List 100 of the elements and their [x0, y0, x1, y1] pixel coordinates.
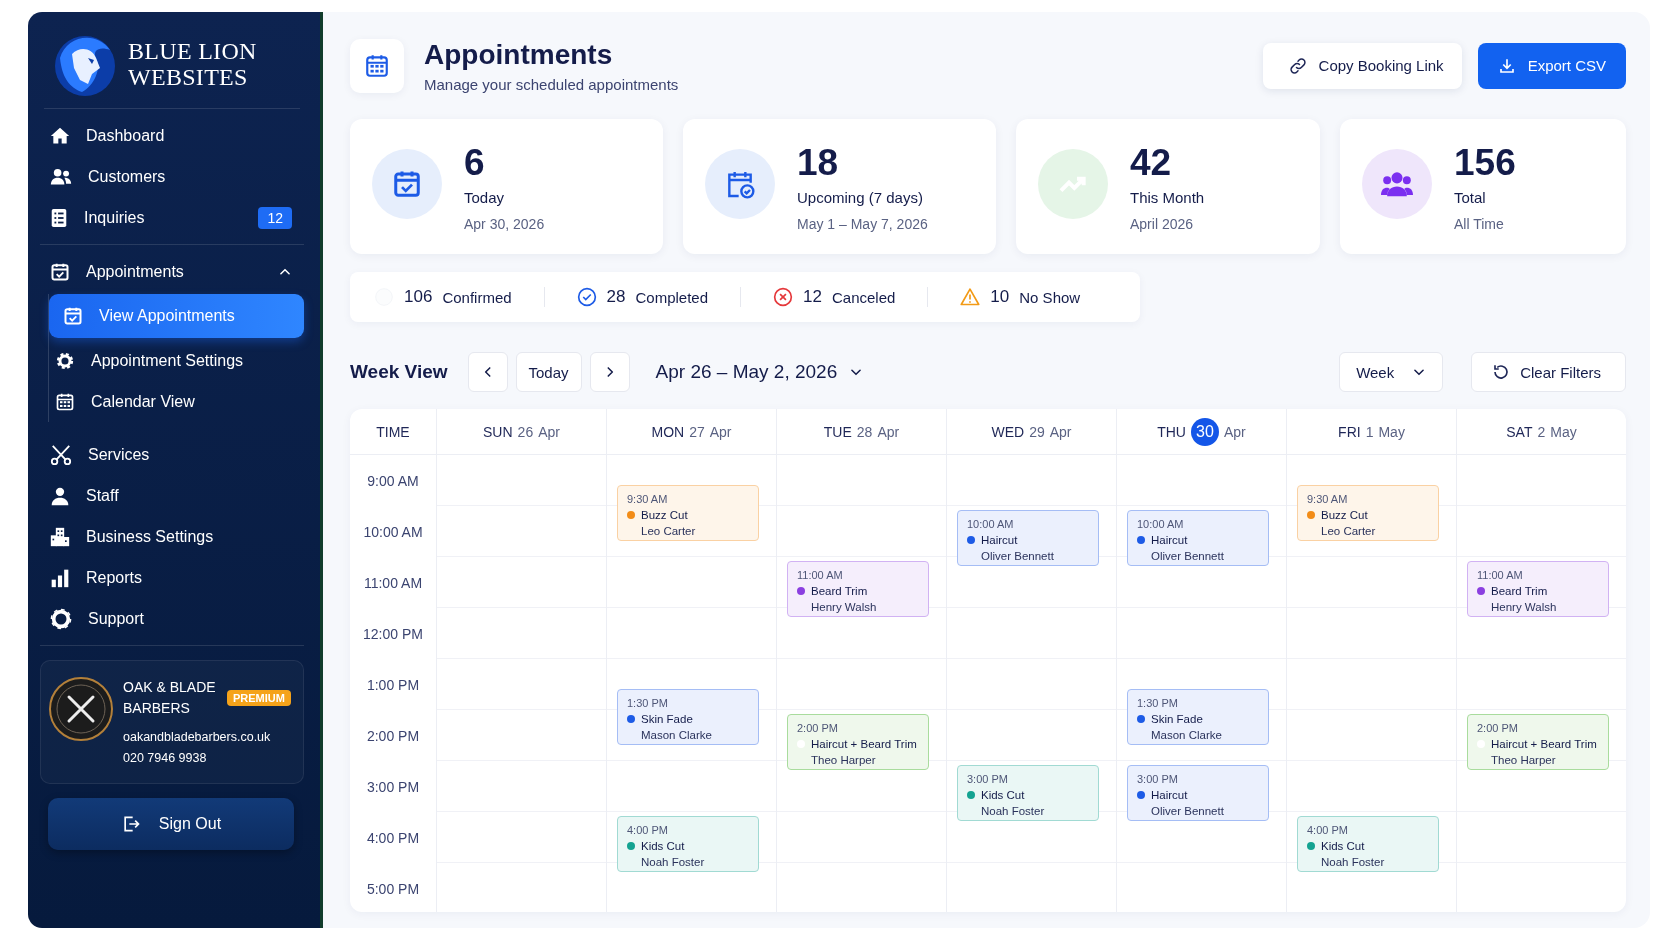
- section-title: Week View: [350, 361, 448, 383]
- service-name: Kids Cut: [1321, 839, 1365, 854]
- appointment-card[interactable]: 9:30 AM Buzz Cut Leo Carter: [617, 484, 759, 541]
- client-name: Oliver Bennett: [1150, 804, 1225, 819]
- previous-button[interactable]: [467, 352, 508, 392]
- service-name: Haircut: [981, 533, 1018, 548]
- status-label: Canceled: [831, 288, 896, 306]
- time-label: 12:00 PM: [363, 624, 423, 644]
- nav-item[interactable]: Appointments: [40, 251, 304, 292]
- client-name: Theo Harper: [810, 753, 877, 768]
- appointment-time: 2:00 PM: [797, 721, 839, 736]
- appointment-time: 10:00 AM: [1137, 517, 1185, 532]
- service-name: Haircut: [1151, 533, 1188, 548]
- time-label: 9:00 AM: [367, 471, 419, 491]
- clear-filters-button[interactable]: Clear Filters: [1471, 352, 1626, 392]
- nav-item[interactable]: Services: [40, 434, 304, 475]
- status-count: 28: [606, 287, 626, 307]
- appointment-card[interactable]: 11:00 AM Beard Trim Henry Walsh: [1467, 561, 1609, 617]
- view-select[interactable]: Week: [1339, 352, 1444, 392]
- stat-label: Total: [1454, 189, 1487, 206]
- nav-item[interactable]: Business Settings: [40, 516, 304, 557]
- time-label: 4:00 PM: [366, 828, 420, 848]
- appointment-card[interactable]: 10:00 AM Haircut Oliver Bennett: [1127, 510, 1269, 566]
- appointment-time: 11:00 AM: [797, 568, 844, 583]
- stat-label: This Month: [1130, 189, 1205, 206]
- client-name: Noah Foster: [640, 855, 706, 870]
- nav-item[interactable]: View Appointments: [49, 294, 304, 338]
- service-name: Skin Fade: [1151, 711, 1203, 727]
- refresh-icon: [1492, 363, 1511, 381]
- list-icon: [50, 207, 68, 228]
- appointment-time: 9:30 AM: [1307, 491, 1349, 507]
- nav-item[interactable]: Calendar View: [41, 381, 304, 422]
- count-badge: 12: [258, 206, 292, 229]
- appointment-card[interactable]: 11:00 AM Beard Trim Henry Walsh: [787, 561, 929, 617]
- appointment-card[interactable]: 2:00 PM Haircut + Beard Trim Theo Harper: [787, 714, 929, 770]
- stat-value: 42: [1130, 141, 1173, 185]
- nav-item[interactable]: Dashboard: [40, 115, 304, 156]
- appointment-time: 9:30 AM: [627, 491, 669, 507]
- stat-label: Upcoming (7 days): [797, 189, 924, 206]
- day-heading: FRI 1 May: [1338, 423, 1405, 440]
- next-button[interactable]: [589, 352, 630, 392]
- status-count: 10: [990, 287, 1010, 307]
- nav-item[interactable]: Support: [40, 598, 304, 639]
- appointment-time: 1:30 PM: [627, 695, 669, 711]
- calendar-check-icon: [50, 261, 70, 282]
- service-name: Kids Cut: [641, 839, 685, 854]
- appointment-card[interactable]: 1:30 PM Skin Fade Mason Clarke: [1127, 688, 1269, 745]
- client-name: Mason Clarke: [1150, 727, 1223, 743]
- service-name: Kids Cut: [981, 788, 1025, 803]
- status-label: Confirmed: [442, 288, 512, 306]
- client-name: Henry Walsh: [1490, 600, 1558, 615]
- appointment-time: 3:00 PM: [967, 772, 1009, 787]
- nav-item[interactable]: Inquiries 12: [40, 197, 304, 238]
- appointment-card[interactable]: 3:00 PM Kids Cut Noah Foster: [957, 765, 1099, 821]
- sign-out-button[interactable]: Sign Out: [48, 798, 294, 850]
- today-button[interactable]: Today: [515, 352, 582, 392]
- calendar-icon: [55, 391, 75, 412]
- client-name: Henry Walsh: [810, 600, 878, 615]
- client-name: Leo Carter: [640, 523, 697, 539]
- column-heading: TIME: [376, 423, 410, 440]
- appointment-card[interactable]: 4:00 PM Kids Cut Noah Foster: [1297, 816, 1439, 872]
- calendar-icon: [364, 52, 390, 79]
- stat-value: 6: [464, 141, 486, 185]
- status-count: 12: [803, 287, 822, 307]
- day-heading: TUE 28 Apr: [823, 423, 900, 440]
- export-button[interactable]: Export CSV: [1477, 42, 1626, 89]
- client-name: Oliver Bennett: [980, 549, 1055, 564]
- client-name: Mason Clarke: [640, 727, 713, 743]
- users-icon: [50, 166, 72, 187]
- service-name: Haircut + Beard Trim: [1491, 737, 1597, 752]
- appointment-card[interactable]: 2:00 PM Haircut + Beard Trim Theo Harper: [1467, 714, 1609, 770]
- stat-value: 156: [1454, 141, 1516, 185]
- settings-icon: [55, 350, 75, 371]
- service-name: Haircut + Beard Trim: [811, 737, 917, 752]
- client-name: Oliver Bennett: [1150, 549, 1225, 564]
- appointment-card[interactable]: 3:00 PM Haircut Oliver Bennett: [1127, 765, 1269, 821]
- appointment-card[interactable]: 1:30 PM Skin Fade Mason Clarke: [617, 688, 759, 745]
- appointment-time: 1:30 PM: [1137, 695, 1179, 711]
- date-range-picker[interactable]: Apr 26 – May 2, 2026: [649, 360, 870, 384]
- appointment-card[interactable]: 9:30 AM Buzz Cut Leo Carter: [1297, 484, 1439, 541]
- status-label: No Show: [1019, 288, 1081, 306]
- service-name: Buzz Cut: [1321, 507, 1368, 523]
- nav-item[interactable]: Appointment Settings: [41, 340, 304, 381]
- appointment-card[interactable]: 10:00 AM Haircut Oliver Bennett: [957, 510, 1099, 566]
- bar-chart-icon: [50, 567, 70, 588]
- time-label: 10:00 AM: [363, 522, 423, 542]
- scissors-icon: [50, 443, 72, 466]
- crossed-blades-logo: [49, 677, 113, 741]
- client-name: Noah Foster: [1320, 855, 1386, 870]
- stat-subtitle: April 2026: [1130, 216, 1195, 232]
- nav-item[interactable]: Staff: [40, 475, 304, 516]
- client-name: Leo Carter: [1320, 523, 1377, 539]
- time-label: 2:00 PM: [366, 726, 420, 746]
- nav-item[interactable]: Reports: [40, 557, 304, 598]
- appointment-card[interactable]: 4:00 PM Kids Cut Noah Foster: [617, 816, 759, 872]
- nav-item[interactable]: Customers: [40, 156, 304, 197]
- time-label: 11:00 AM: [363, 573, 423, 593]
- day-heading: THU 30 Apr: [1157, 417, 1246, 446]
- copy-link-button[interactable]: Copy Booking Link: [1262, 42, 1462, 89]
- time-label: 1:00 PM: [366, 675, 420, 695]
